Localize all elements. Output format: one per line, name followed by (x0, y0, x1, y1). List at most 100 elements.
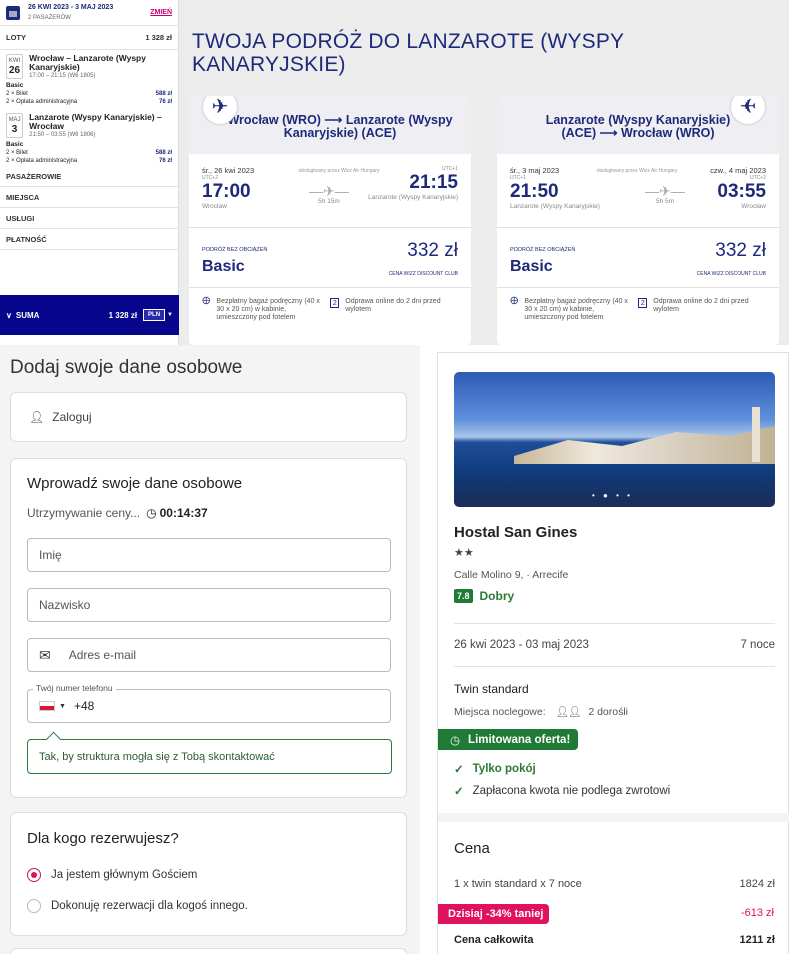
carousel-dots[interactable]: • ● • • (592, 491, 633, 500)
trip-dates: 26 KWI 2023 - 3 MAJ 2023 2 PASAŻERÓW (28, 3, 150, 23)
flight-return: MAJ 3 Lanzarote (Wyspy Kanaryjskie) – Wro… (0, 109, 178, 166)
club-label: CENA WIZZ DISCOUNT CLUB (388, 271, 458, 277)
card-times: śr., 3 maj 2023 obsługiwany przez Wizz A… (497, 154, 779, 228)
fare-line-price: 588 zł (155, 91, 172, 97)
price: 332 zł (715, 240, 766, 261)
check-icon: ✓ (454, 786, 464, 798)
feature-text: Odprawa online do 2 dni przed wylotem (345, 298, 441, 313)
next-card (10, 948, 407, 954)
last-name-input[interactable]: Nazwisko (27, 588, 391, 622)
flight-title: Lanzarote (Wyspy Kanaryjskie) – Wrocław (29, 112, 162, 131)
operator: obsługiwany przez Wizz Air Hungary (596, 168, 678, 174)
arr-date: czw., 4 maj 2023 (710, 166, 766, 175)
score-badge: 7.8 (454, 589, 473, 603)
flight-outbound: KWI 26 Wrocław – Lanzarote (Wyspy Kanaryj… (0, 50, 178, 107)
feature-text: Bezpłatny bagaż podręczny (40 x 30 x 20 … (216, 298, 320, 321)
chevron-down-icon: ∨ (6, 310, 12, 320)
checkin-icon: 2 (638, 298, 648, 308)
date-range: 26 kwi 2023 - 03 maj 2023 (454, 639, 589, 651)
personal-data-card: Wprowadź swoje dane osobowe Utrzymywanie… (10, 458, 407, 798)
fare-small: PODRÓŻ BEZ OBCIĄŻEŃ (202, 247, 268, 253)
total-bar[interactable]: ∨ SUMA 1 328 zł PLN ▼ (0, 295, 179, 335)
arr-time: 21:15 (409, 172, 458, 193)
first-name-input[interactable]: Imię (27, 538, 391, 572)
discount-badge: Dzisiaj -34% taniej (438, 904, 550, 924)
flight-duration: —✈— 5h 15m (299, 184, 359, 205)
card-times: śr., 26 kwi 2023 obsługiwany przez Wizz … (189, 154, 471, 228)
fare-line-label: 2 × Opłata administracyjna (6, 158, 78, 164)
flight-return-header: MAJ 3 Lanzarote (Wyspy Kanaryjskie) – Wro… (0, 109, 178, 140)
bag-icon: 🜨 (202, 296, 211, 307)
wizz-summary-sidebar: 26 KWI 2023 - 3 MAJ 2023 2 PASAŻERÓW ZMI… (0, 0, 179, 345)
non-refundable-item: ✓ Zapłacona kwota nie podlega zwrotowi (454, 784, 670, 798)
radio-someone-else[interactable]: Dokonuję rezerwacji dla kogoś innego. (27, 899, 248, 913)
wizz-trip-main: TWOJA PODRÓŻ DO LANZAROTE (WYSPY KANARYJ… (179, 0, 789, 345)
divider (454, 623, 775, 624)
star-rating: ★★ (454, 547, 474, 559)
feature-baggage: 🜨 Bezpłatny bagaż podręczny (40 x 30 x 20… (202, 296, 322, 322)
email-input[interactable]: ✉ Adres e-mail (27, 638, 391, 672)
fare-block: PODRÓŻ BEZ OBCIĄŻEŃ Basic 332 zł CENA WIZ… (497, 228, 779, 288)
beds-info: Miejsca noclegowe: 👤︎👤︎ 2 dorośli (454, 705, 629, 719)
user-icon: 👤︎ (29, 410, 45, 424)
booking-for-title: Dla kogo rezerwujesz? (27, 830, 179, 847)
flight-title: Wrocław – Lanzarote (Wyspy Kanaryjskie) (29, 53, 146, 72)
poland-flag-icon[interactable] (39, 701, 55, 711)
login-button[interactable]: 👤︎ Zaloguj (10, 392, 407, 442)
currency-select[interactable]: PLN (143, 309, 166, 321)
arr-time: 03:55 (717, 181, 766, 202)
check-icon: ✓ (454, 764, 464, 776)
duration: 5h 15m (318, 198, 340, 205)
total-value: 1211 zł (739, 934, 775, 946)
feature-text: Odprawa online do 2 dni przed wylotem (653, 298, 749, 313)
fare-line-label: 2 × Bilet (6, 150, 28, 156)
fare-block: PODRÓŻ BEZ OBCIĄŻEŃ Basic 332 zł CENA WIZ… (189, 228, 471, 288)
login-label: Zaloguj (52, 410, 92, 424)
hold-timer: 00:14:37 (159, 506, 208, 520)
fare-line-price: 76 zł (158, 158, 172, 164)
envelope-icon: ✉ (39, 646, 51, 663)
price-line-label: 1 x twin standard x 7 noce (454, 878, 582, 890)
hotel-name: Hostal San Gines (454, 524, 578, 541)
total-label: Cena całkowita (454, 934, 534, 946)
flights-row[interactable]: LOTY 1 328 zł (0, 26, 178, 50)
booking-for-card: Dla kogo rezerwujesz? Ja jestem głównym … (10, 812, 407, 936)
chevron-down-icon[interactable]: ▼ (59, 703, 66, 710)
change-link[interactable]: ZMIEŃ (150, 9, 172, 16)
hotel-photo[interactable]: • ● • • (454, 372, 775, 507)
hotel-address: Calle Molino 9, · Arrecife (454, 569, 569, 581)
radio-empty-icon (27, 899, 41, 913)
beds-value: 2 dorośli (588, 705, 629, 718)
fare-details: Basic 2 × Bilet 588 zł 2 × Opłata adminis… (0, 140, 178, 166)
date-box: MAJ 3 (6, 113, 24, 138)
email-placeholder: Adres e-mail (68, 648, 137, 662)
date-box: KWI 26 (6, 54, 24, 79)
radio-main-guest[interactable]: Ja jestem głównym Gościem (27, 868, 197, 882)
price: 332 zł (407, 240, 458, 261)
nights: 7 noce (740, 639, 775, 651)
price-hold: Utrzymywanie ceny... ◷ 00:14:37 (27, 506, 208, 520)
price-line: 1 x twin standard x 7 noce 1824 zł (454, 878, 775, 890)
section-passengers[interactable]: PASAŻEROWIE (0, 166, 178, 187)
phone-input[interactable]: ▼ +48 (27, 689, 391, 723)
section-services[interactable]: USŁUGI (0, 208, 178, 229)
passenger-count: 2 PASAŻERÓW (28, 14, 71, 21)
phone-prefix: +48 (73, 699, 95, 713)
section-seats[interactable]: MIEJSCA (0, 187, 178, 208)
clock-icon: ◷ (450, 734, 461, 747)
flight-card-return: ✈ Lanzarote (Wyspy Kanaryjskie) (ACE) ⟶ … (497, 96, 779, 345)
fare-line-price: 76 zł (158, 99, 172, 105)
trip-date-range: 26 KWI 2023 - 3 MAJ 2023 (28, 3, 114, 11)
flight-card-outbound: ✈ Wrocław (WRO) ⟶ Lanzarote (Wyspy Kanar… (189, 96, 471, 345)
radio-selected-icon (27, 868, 41, 882)
personal-data-title: Wprowadź swoje dane osobowe (27, 475, 243, 492)
feature-text: Bezpłatny bagaż podręczny (40 x 30 x 20 … (524, 298, 628, 321)
flight-duration: —✈— 5h 5m (635, 184, 695, 205)
feature-checkin: 2 Odprawa online do 2 dni przed wylotem (638, 298, 758, 322)
date-day: 3 (11, 124, 18, 135)
arrival: czw., 4 maj 2023 UTC+2 03:55 Wrocław (710, 166, 766, 210)
check-label: Tylko pokój (472, 763, 536, 775)
section-payment[interactable]: PŁATNOŚĆ (0, 229, 178, 250)
hold-label: Utrzymywanie ceny... (27, 506, 141, 520)
phone-hint: Tak, by struktura mogła się z Tobą skont… (27, 739, 392, 774)
